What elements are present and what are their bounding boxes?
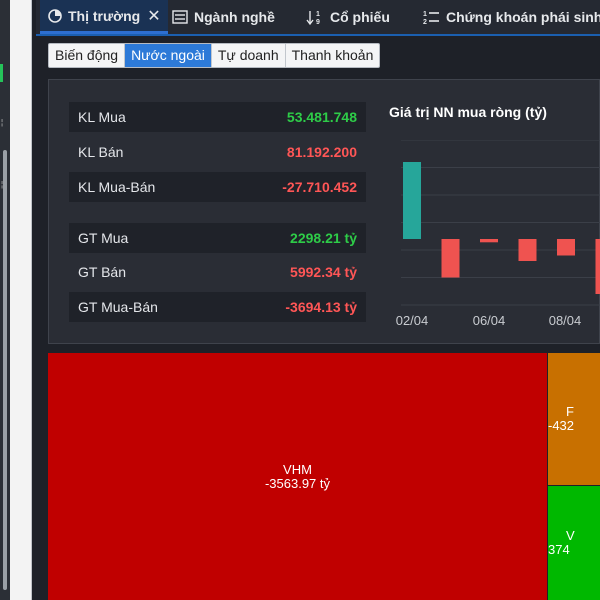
stat-value: 53.481.748 [287,109,357,125]
chart-bar[interactable] [557,239,575,256]
left-panel-glyph: ¦ [1,118,3,127]
foreign-trading-panel: KL Mua 53.481.748 KL Bán 81.192.200 KL M… [48,79,600,344]
chart-bar[interactable] [596,239,600,294]
subtab-tu-doanh[interactable]: Tự doanh [212,44,286,67]
tile-value: 374 [548,543,600,557]
tile-value: -3563.97 tỷ [265,477,330,491]
chart-x-tick-label: 06/04 [473,313,506,328]
stat-label: KL Mua [78,109,126,125]
tile-ticker: F [548,405,600,419]
stat-row-kl-ban: KL Bán 81.192.200 [69,137,366,167]
stat-label: KL Mua-Bán [78,179,155,195]
tab-thi-truong[interactable]: Thị trường ✕ [40,0,168,34]
pie-chart-icon [48,9,62,23]
treemap: VHM -3563.97 tỷ F -432 V 374 [48,353,600,600]
chart-x-tick-label: 08/04 [549,313,582,328]
tab-label: Thị trường [68,8,140,24]
stat-row-gt-ban: GT Bán 5992.34 tỷ [69,257,366,287]
svg-text:1: 1 [423,11,427,18]
subtab-thanh-khoan[interactable]: Thanh khoản [286,44,380,67]
chart-bar[interactable] [519,239,537,261]
stat-row-kl-mua-ban: KL Mua-Bán -27.710.452 [69,172,366,202]
stat-label: GT Mua [78,230,128,246]
svg-text:2: 2 [423,19,427,26]
svg-text:9: 9 [316,19,320,26]
tile-ticker: V [548,529,600,543]
stat-row-gt-mua-ban: GT Mua-Bán -3694.13 tỷ [69,292,366,322]
stat-row-gt-mua: GT Mua 2298.21 tỷ [69,223,366,253]
stat-label: GT Mua-Bán [78,299,158,315]
tab-co-phieu[interactable]: 1 9 Cổ phiếu [306,0,390,34]
numbered-list-icon: 1 2 [422,8,440,26]
chart-bar[interactable] [480,239,498,242]
treemap-tile-vhm[interactable]: VHM -3563.97 tỷ [48,353,547,600]
main-tab-bar: Thị trường ✕ Ngành nghề 1 9 Cổ phiếu 1 2… [36,0,600,36]
stat-row-kl-mua: KL Mua 53.481.748 [69,102,366,132]
tab-nganh-nghe[interactable]: Ngành nghề [172,0,275,34]
subtab-bien-dong[interactable]: Biến động [49,44,125,67]
tile-value: -432 [548,419,600,433]
stat-value: -3694.13 tỷ [285,299,357,315]
tab-chung-khoan-phai-sinh[interactable]: 1 2 Chứng khoán phái sinh [422,0,600,34]
tile-ticker: VHM [283,463,312,477]
tab-label: Chứng khoán phái sinh [446,9,600,25]
tab-label: Cổ phiếu [330,9,390,25]
left-panel-strip: ¦ ¦ [0,0,32,600]
tab-label: Ngành nghề [194,9,275,25]
chart-bar[interactable] [403,162,421,239]
sub-tab-group: Biến động Nước ngoài Tự doanh Thanh khoả… [48,43,380,68]
stat-value: -27.710.452 [282,179,357,195]
stat-value: 81.192.200 [287,144,357,160]
list-icon [172,10,188,24]
subtab-nuoc-ngoai[interactable]: Nước ngoài [125,44,212,67]
stat-value: 5992.34 tỷ [290,264,357,280]
left-panel-glyph: ¦ [1,180,3,189]
treemap-tile-v[interactable]: V 374 [548,486,600,600]
stat-value: 2298.21 tỷ [290,230,357,246]
stat-label: KL Bán [78,144,123,160]
chart-title: Giá trị NN mua ròng (tỷ) [389,104,547,120]
stat-label: GT Bán [78,264,126,280]
treemap-tile-f[interactable]: F -432 [548,353,600,485]
sort-icon: 1 9 [306,8,324,26]
left-panel-scrollbar[interactable] [3,150,7,590]
close-icon[interactable]: ✕ [147,6,160,26]
svg-text:1: 1 [316,11,320,18]
left-panel-indicator [0,64,3,82]
net-foreign-buy-chart: 02/04 06/04 08/04 [389,140,600,335]
chart-x-tick-label: 02/04 [396,313,429,328]
chart-bar[interactable] [442,239,460,278]
